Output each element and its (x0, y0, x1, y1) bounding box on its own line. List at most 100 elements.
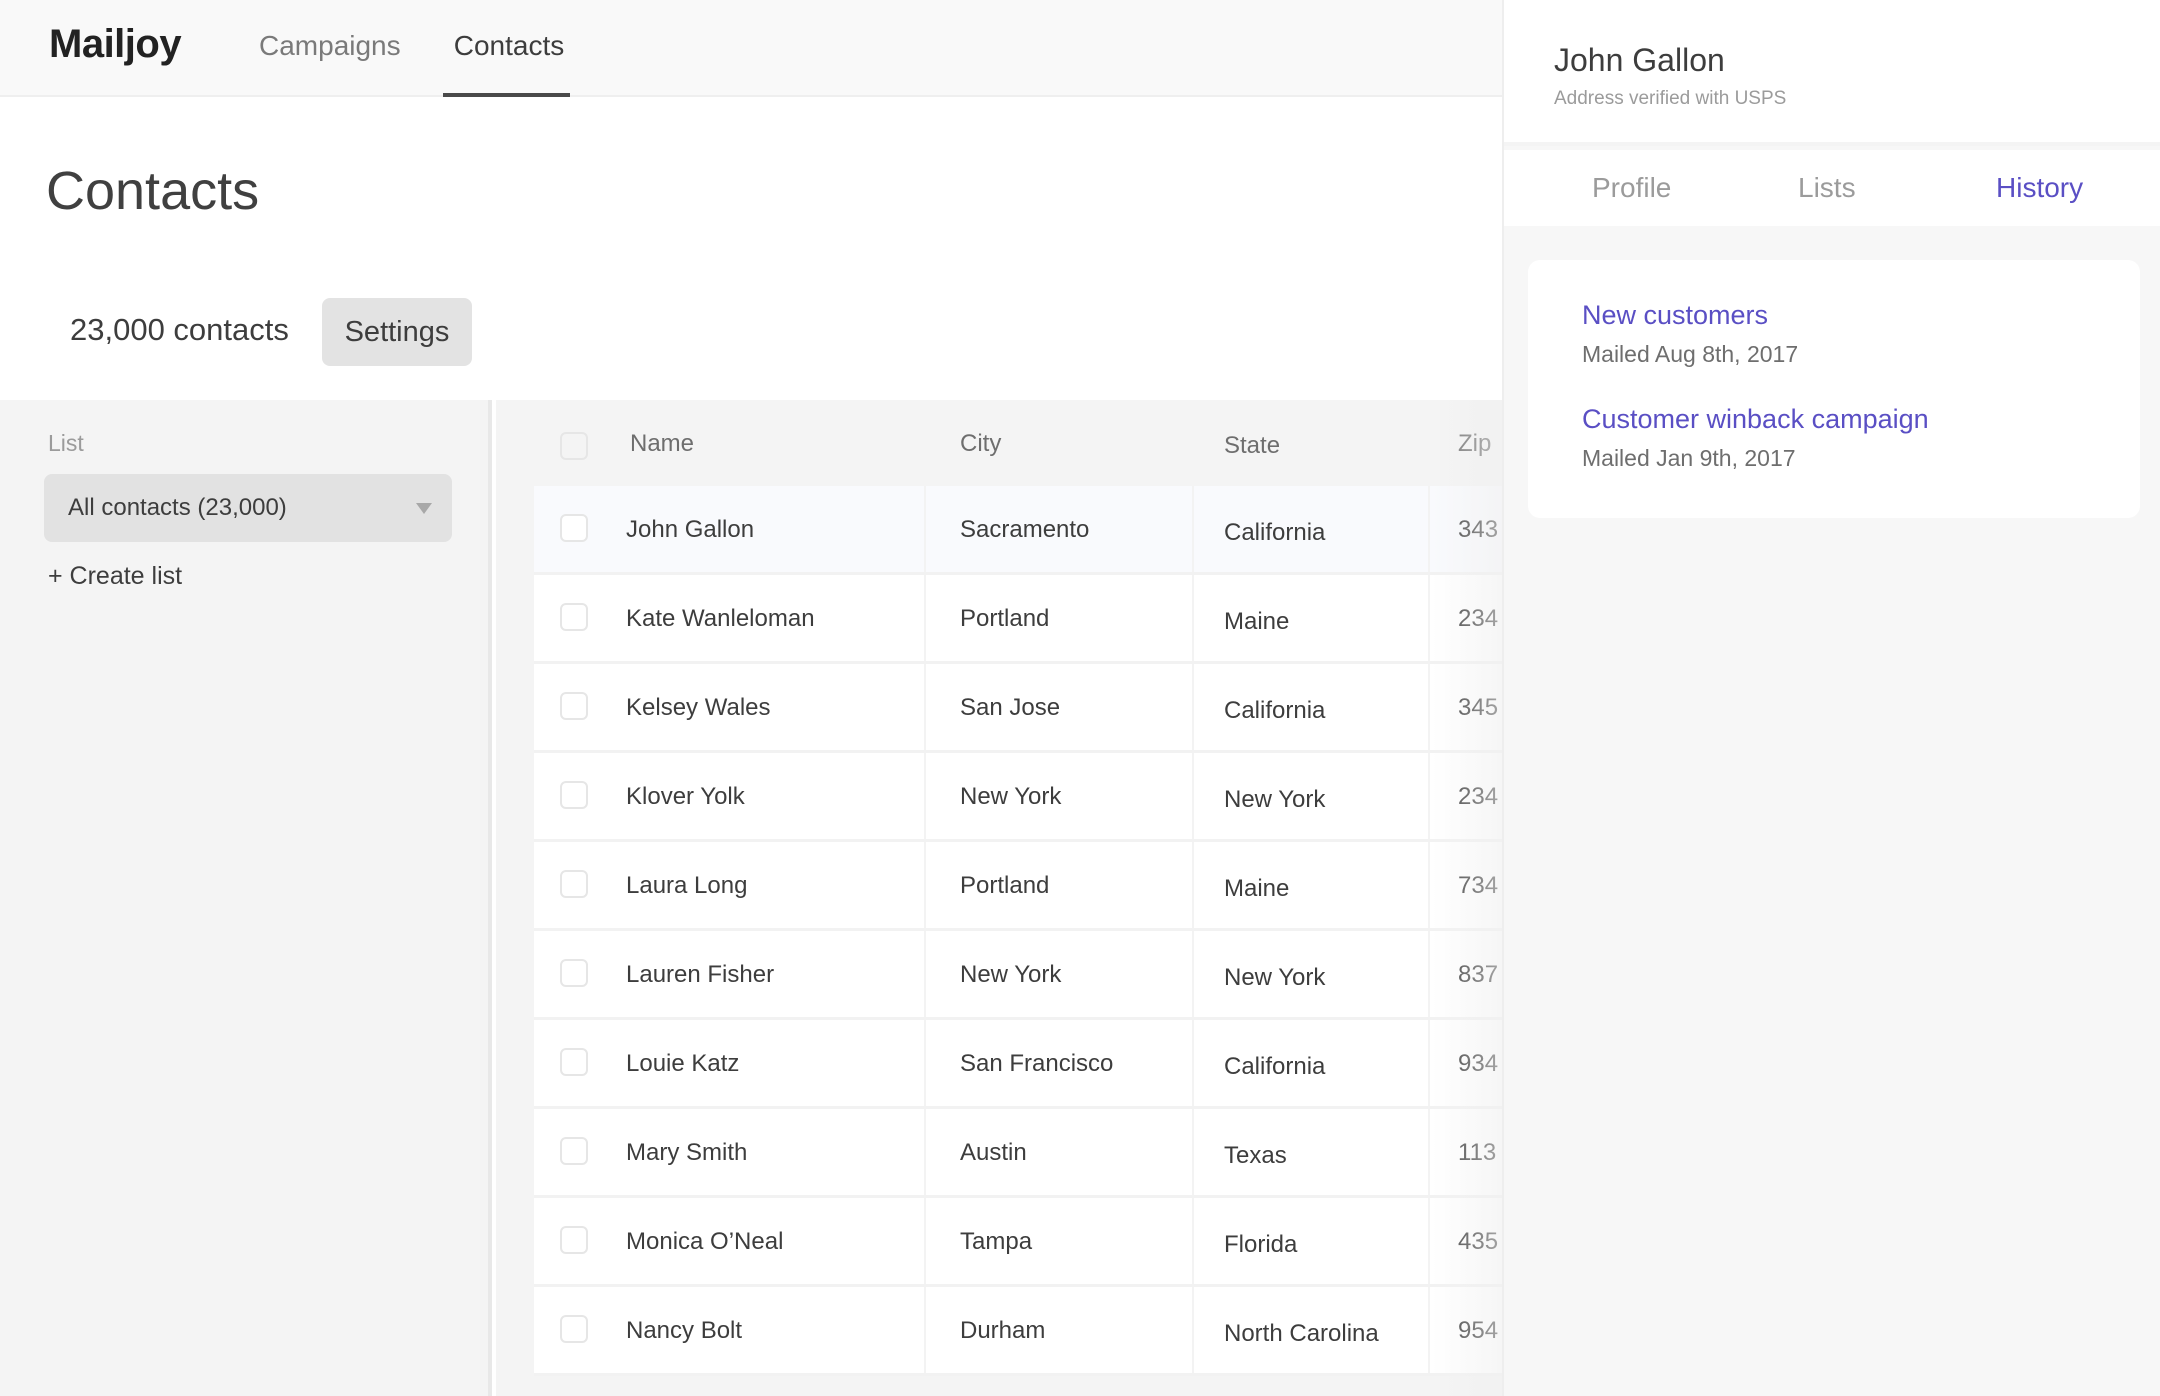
page-title: Contacts (46, 161, 260, 221)
list-select[interactable]: All contacts (23,000) (44, 474, 452, 542)
column-divider (1428, 753, 1430, 839)
row-checkbox[interactable] (560, 603, 588, 631)
cell-name: Kelsey Wales (626, 694, 771, 721)
column-divider (924, 1198, 926, 1284)
row-checkbox[interactable] (560, 1226, 588, 1254)
table-row[interactable]: Laura Long Portland Maine 734 (534, 842, 1502, 931)
column-divider (1428, 664, 1430, 750)
cell-zip: 113 (1458, 1139, 1497, 1166)
row-checkbox[interactable] (560, 692, 588, 720)
chevron-down-icon (416, 503, 432, 514)
table-row[interactable]: John Gallon Sacramento California 343 (534, 486, 1502, 575)
cell-name: Lauren Fisher (626, 961, 775, 988)
panel-tabs: Profile Lists History (1504, 150, 2160, 226)
list-select-value: All contacts (23,000) (68, 494, 287, 521)
column-divider (1428, 575, 1430, 661)
cell-zip: 734 (1458, 872, 1499, 899)
column-divider (1192, 842, 1194, 928)
contact-count: 23,000 contacts (70, 312, 289, 347)
cell-zip: 954 (1458, 1317, 1499, 1344)
table-row[interactable]: Kelsey Wales San Jose California 345 (534, 664, 1502, 753)
column-header-name[interactable]: Name (630, 430, 694, 458)
cell-zip: 234 (1458, 605, 1499, 632)
column-divider (924, 842, 926, 928)
cell-city: Sacramento (960, 516, 1090, 543)
list-label: List (48, 430, 84, 456)
app-logo[interactable]: Mailjoy (49, 22, 182, 67)
contact-detail-panel: John Gallon Address verified with USPS P… (1502, 0, 2160, 1396)
nav-tab-campaigns[interactable]: Campaigns (254, 30, 401, 97)
cell-state: California (1224, 697, 1326, 724)
top-nav: Mailjoy Campaigns Contacts (0, 0, 1502, 97)
column-divider (1428, 1198, 1430, 1284)
nav-tab-label: Contacts (453, 30, 565, 61)
table-row[interactable]: Monica O’Neal Tampa Florida 435 (534, 1198, 1502, 1287)
cell-state: New York (1224, 786, 1326, 813)
cell-name: Louie Katz (626, 1050, 740, 1077)
cell-zip: 345 (1458, 694, 1499, 721)
column-divider (924, 1109, 926, 1195)
cell-city: New York (960, 961, 1062, 988)
row-checkbox[interactable] (560, 1137, 588, 1165)
cell-name: Monica O’Neal (626, 1228, 784, 1255)
cell-name: Klover Yolk (626, 783, 745, 810)
cell-city: San Francisco (960, 1050, 1114, 1077)
cell-state: California (1224, 519, 1326, 546)
row-checkbox[interactable] (560, 959, 588, 987)
column-divider (1428, 486, 1430, 572)
cell-city: Tampa (960, 1228, 1033, 1255)
column-divider (1428, 1287, 1430, 1373)
column-divider (1192, 931, 1194, 1017)
history-mailed-date: Mailed Aug 8th, 2017 (1582, 341, 1799, 367)
column-divider (1428, 1020, 1430, 1106)
cell-name: Kate Wanleloman (626, 605, 815, 632)
history-campaign-link[interactable]: Customer winback campaign (1582, 404, 1929, 435)
column-divider (1428, 931, 1430, 1017)
table-row[interactable]: Klover Yolk New York New York 234 (534, 753, 1502, 842)
cell-state: Maine (1224, 608, 1290, 635)
column-header-state[interactable]: State (1224, 432, 1280, 460)
cell-city: Portland (960, 872, 1050, 899)
contact-name: John Gallon (1554, 42, 1725, 78)
cell-zip: 934 (1458, 1050, 1499, 1077)
history-item: Customer winback campaign Mailed Jan 9th… (1582, 404, 1929, 472)
tab-profile[interactable]: Profile (1592, 172, 1671, 204)
nav-tab-contacts[interactable]: Contacts (443, 30, 570, 97)
history-card: New customers Mailed Aug 8th, 2017 Custo… (1528, 260, 2140, 518)
select-all-checkbox[interactable] (560, 432, 588, 460)
column-divider (1192, 575, 1194, 661)
history-mailed-date: Mailed Jan 9th, 2017 (1582, 445, 1796, 471)
row-checkbox[interactable] (560, 1048, 588, 1076)
row-checkbox[interactable] (560, 781, 588, 809)
row-checkbox[interactable] (560, 514, 588, 542)
history-item: New customers Mailed Aug 8th, 2017 (1582, 300, 1798, 368)
table-row[interactable]: Louie Katz San Francisco California 934 (534, 1020, 1502, 1109)
column-divider (924, 486, 926, 572)
cell-state: Texas (1224, 1142, 1287, 1169)
contacts-table: Name City State Zip John Gallon Sacrament… (496, 400, 1502, 1396)
column-divider (1192, 1020, 1194, 1106)
row-checkbox[interactable] (560, 870, 588, 898)
settings-button[interactable]: Settings (322, 298, 472, 366)
cell-name: John Gallon (626, 516, 755, 543)
table-row[interactable]: Mary Smith Austin Texas 113 (534, 1109, 1502, 1198)
create-list-link[interactable]: + Create list (48, 562, 182, 591)
history-campaign-link[interactable]: New customers (1582, 300, 1798, 331)
tab-history[interactable]: History (1996, 172, 2083, 204)
column-header-zip[interactable]: Zip (1458, 430, 1491, 458)
column-divider (1192, 1198, 1194, 1284)
column-divider (924, 931, 926, 1017)
table-header: Name City State Zip (534, 400, 1502, 486)
column-divider (924, 1287, 926, 1373)
cell-zip: 343 (1458, 516, 1499, 543)
row-checkbox[interactable] (560, 1315, 588, 1343)
table-row[interactable]: Lauren Fisher New York New York 837 (534, 931, 1502, 1020)
cell-state: North Carolina (1224, 1320, 1379, 1347)
table-row[interactable]: Nancy Bolt Durham North Carolina 954 (534, 1287, 1502, 1376)
cell-state: New York (1224, 964, 1326, 991)
tab-lists[interactable]: Lists (1798, 172, 1856, 204)
column-header-city[interactable]: City (960, 430, 1001, 458)
table-row[interactable]: Kate Wanleloman Portland Maine 234 (534, 575, 1502, 664)
cell-city: New York (960, 783, 1062, 810)
column-divider (924, 575, 926, 661)
